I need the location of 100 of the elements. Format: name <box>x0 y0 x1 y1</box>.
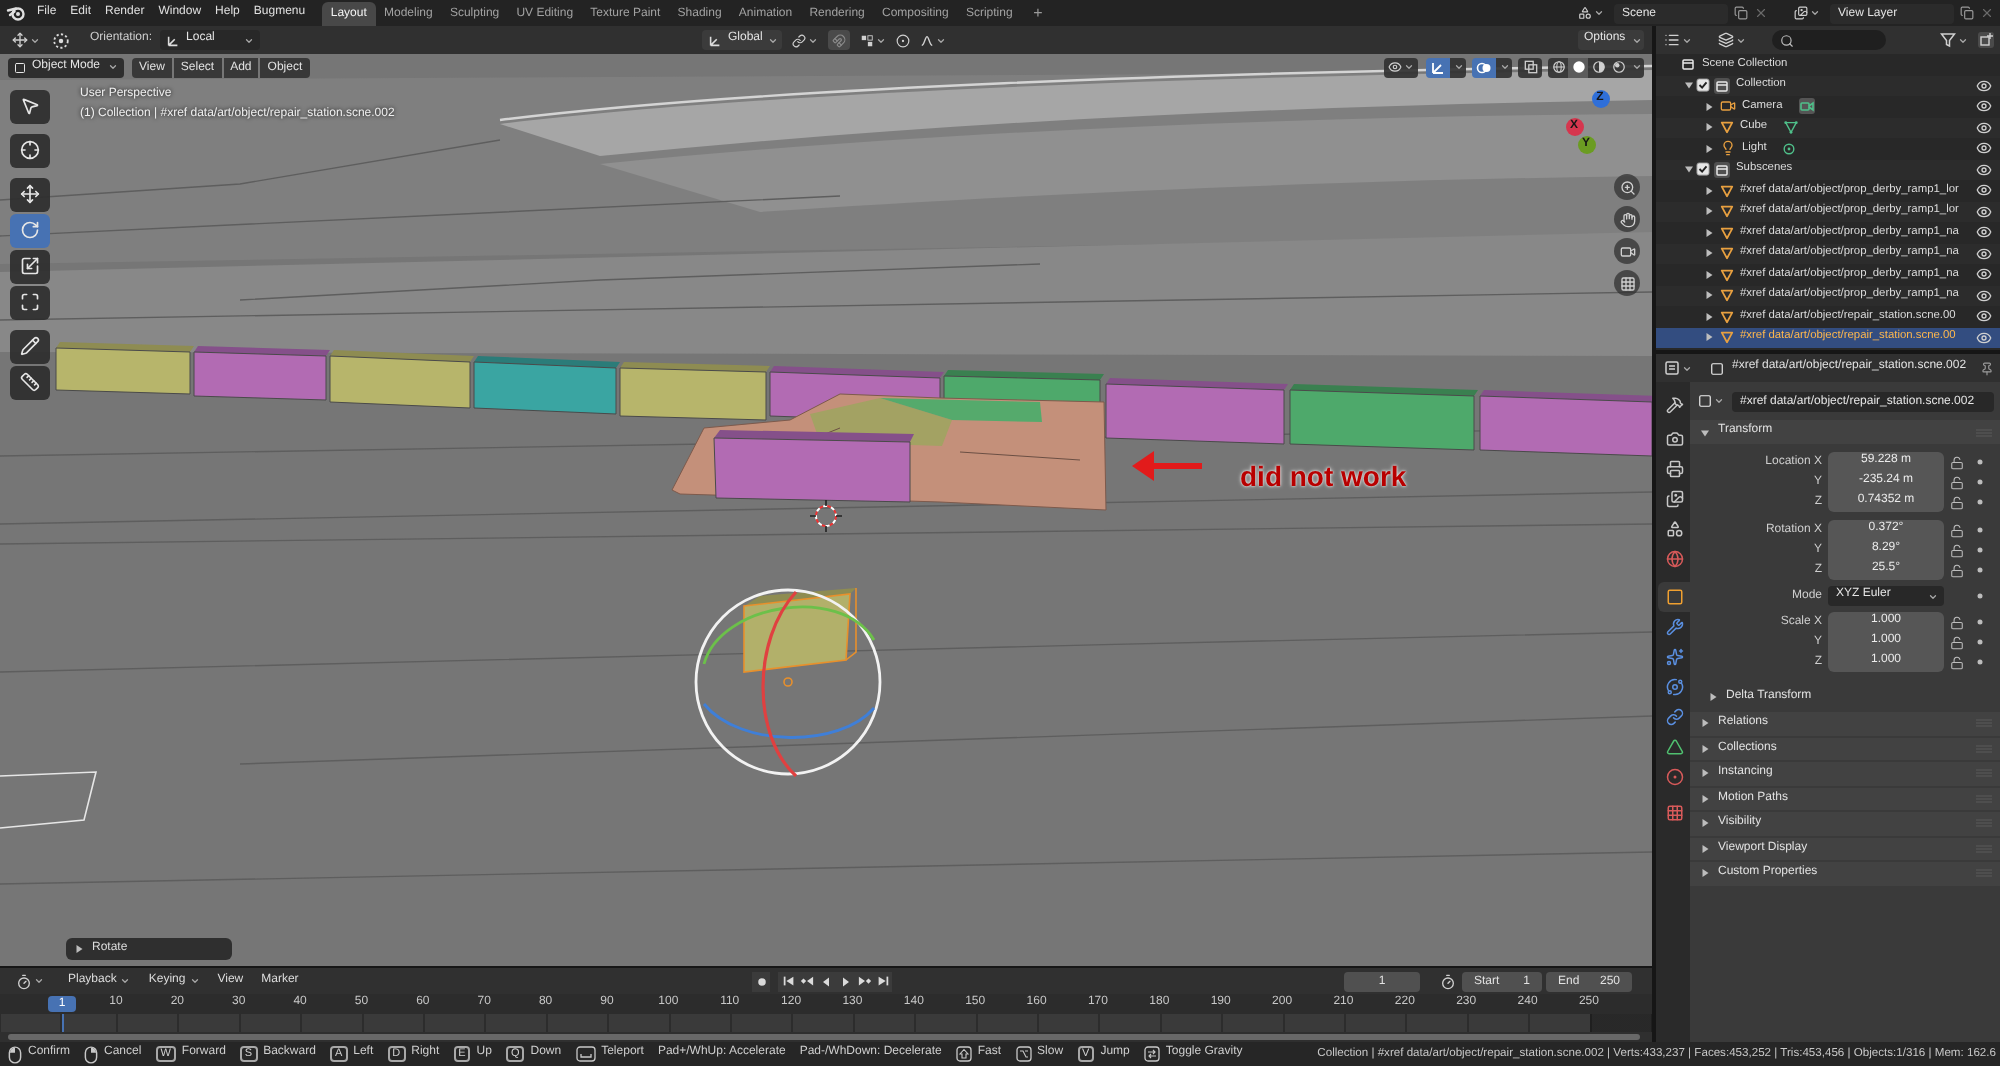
open-lock-icon[interactable] <box>1950 563 1964 577</box>
close-icon[interactable] <box>1754 6 1768 20</box>
dot-icon[interactable] <box>1976 566 1984 574</box>
editor-type-button[interactable] <box>12 971 48 991</box>
popover-button[interactable] <box>1628 57 1644 77</box>
tool-button[interactable] <box>10 89 50 123</box>
open-lock-icon[interactable] <box>1950 635 1964 649</box>
tool-button[interactable] <box>10 177 50 211</box>
checkbox-icon[interactable] <box>1696 78 1710 93</box>
shading-button[interactable] <box>1568 57 1588 77</box>
disclosure-triangle-icon[interactable] <box>1683 80 1693 91</box>
eye-icon[interactable] <box>1976 224 1992 241</box>
open-lock-icon[interactable] <box>1950 523 1964 537</box>
disclosure-triangle-icon[interactable] <box>1703 269 1713 280</box>
disclosure-triangle-icon[interactable] <box>1703 122 1713 133</box>
copy-icon[interactable] <box>1960 6 1974 20</box>
disclosure-triangle-icon[interactable] <box>1708 692 1718 702</box>
circle-dot-icon[interactable] <box>896 33 910 47</box>
eye-icon[interactable] <box>1976 182 1992 199</box>
viewport-toggle[interactable] <box>1472 57 1496 77</box>
tool-settings-button[interactable] <box>8 30 44 50</box>
shading-button[interactable] <box>1548 57 1568 77</box>
snap-toggle[interactable] <box>828 30 850 50</box>
visibility-button[interactable] <box>1384 57 1418 77</box>
falloff-button[interactable] <box>916 30 950 50</box>
disclosure-triangle-icon[interactable] <box>74 944 84 954</box>
view-layer-browse-button[interactable] <box>1790 3 1824 23</box>
eye-icon[interactable] <box>1976 245 1992 262</box>
eye-icon[interactable] <box>1976 119 1992 136</box>
disclosure-triangle-icon[interactable] <box>1700 868 1710 879</box>
viewport-toggle[interactable] <box>1518 57 1542 77</box>
open-lock-icon[interactable] <box>1950 455 1964 469</box>
dot-icon[interactable] <box>1976 592 1984 600</box>
eye-icon[interactable] <box>1976 140 1992 157</box>
playback-button[interactable] <box>778 971 798 991</box>
logo-icon[interactable] <box>6 4 26 22</box>
disclosure-triangle-icon[interactable] <box>1703 248 1713 259</box>
viewport-toggle[interactable] <box>1426 57 1450 77</box>
dot-icon[interactable] <box>1976 658 1984 666</box>
checkbox-icon[interactable] <box>1696 162 1710 177</box>
playback-button[interactable] <box>873 971 893 991</box>
disclosure-triangle-icon[interactable] <box>1703 206 1713 217</box>
dot-icon[interactable] <box>1976 458 1984 466</box>
disclosure-triangle-icon[interactable] <box>1700 427 1710 437</box>
box-plus-icon[interactable] <box>1978 32 1994 48</box>
eye-icon[interactable] <box>1976 329 1992 346</box>
dot-icon[interactable] <box>1976 638 1984 646</box>
copy-icon[interactable] <box>1734 6 1748 20</box>
search-field[interactable] <box>1772 30 1886 50</box>
dot-icon[interactable] <box>1976 526 1984 534</box>
disclosure-triangle-icon[interactable] <box>1683 164 1693 175</box>
scrollbar[interactable] <box>8 1034 1640 1040</box>
disclosure-triangle-icon[interactable] <box>1703 332 1713 343</box>
dotted-circle-icon[interactable] <box>52 31 70 49</box>
snap-target-button[interactable] <box>856 30 890 50</box>
eye-icon[interactable] <box>1976 203 1992 220</box>
tool-button[interactable] <box>10 365 50 399</box>
open-lock-icon[interactable] <box>1950 543 1964 557</box>
disclosure-triangle-icon[interactable] <box>1703 143 1713 154</box>
disclosure-triangle-icon[interactable] <box>1700 768 1710 779</box>
disclosure-triangle-icon[interactable] <box>1703 290 1713 301</box>
eye-icon[interactable] <box>1976 161 1992 178</box>
popover-button[interactable] <box>1496 57 1512 77</box>
shading-button[interactable] <box>1588 57 1608 77</box>
disclosure-triangle-icon[interactable] <box>1703 101 1713 112</box>
object-browse-button[interactable] <box>1694 391 1728 411</box>
playback-button[interactable] <box>854 971 874 991</box>
tool-button[interactable] <box>10 285 50 319</box>
eye-icon[interactable] <box>1976 266 1992 283</box>
disclosure-triangle-icon[interactable] <box>1703 227 1713 238</box>
disclosure-triangle-icon[interactable] <box>1700 743 1710 754</box>
tool-button[interactable] <box>10 133 50 167</box>
popover-button[interactable] <box>1450 57 1466 77</box>
open-lock-icon[interactable] <box>1950 495 1964 509</box>
pin-icon[interactable] <box>1980 361 1994 375</box>
timeline-track[interactable] <box>0 1014 1652 1032</box>
disclosure-triangle-icon[interactable] <box>1700 818 1710 829</box>
playback-button[interactable] <box>797 971 817 991</box>
eye-icon[interactable] <box>1976 77 1992 94</box>
playback-button[interactable] <box>816 971 836 991</box>
dot-icon[interactable] <box>1976 478 1984 486</box>
disclosure-triangle-icon[interactable] <box>1700 793 1710 804</box>
editor-type-button[interactable] <box>1660 358 1696 378</box>
preview-range-toggle[interactable] <box>1438 971 1458 991</box>
rotate-gizmo[interactable] <box>694 588 882 778</box>
open-lock-icon[interactable] <box>1950 615 1964 629</box>
dot-icon[interactable] <box>1976 618 1984 626</box>
disclosure-triangle-icon[interactable] <box>1703 185 1713 196</box>
open-lock-icon[interactable] <box>1950 475 1964 489</box>
tool-button[interactable] <box>10 249 50 283</box>
filter-type-button[interactable] <box>1714 30 1750 50</box>
disclosure-triangle-icon[interactable] <box>1700 718 1710 729</box>
shading-button[interactable] <box>1608 57 1628 77</box>
disclosure-triangle-icon[interactable] <box>1700 843 1710 854</box>
dot-icon[interactable] <box>1976 546 1984 554</box>
close-icon[interactable] <box>1980 6 1994 20</box>
tool-button[interactable] <box>10 329 50 363</box>
dot-icon[interactable] <box>1976 498 1984 506</box>
disclosure-triangle-icon[interactable] <box>1703 311 1713 322</box>
open-lock-icon[interactable] <box>1950 655 1964 669</box>
